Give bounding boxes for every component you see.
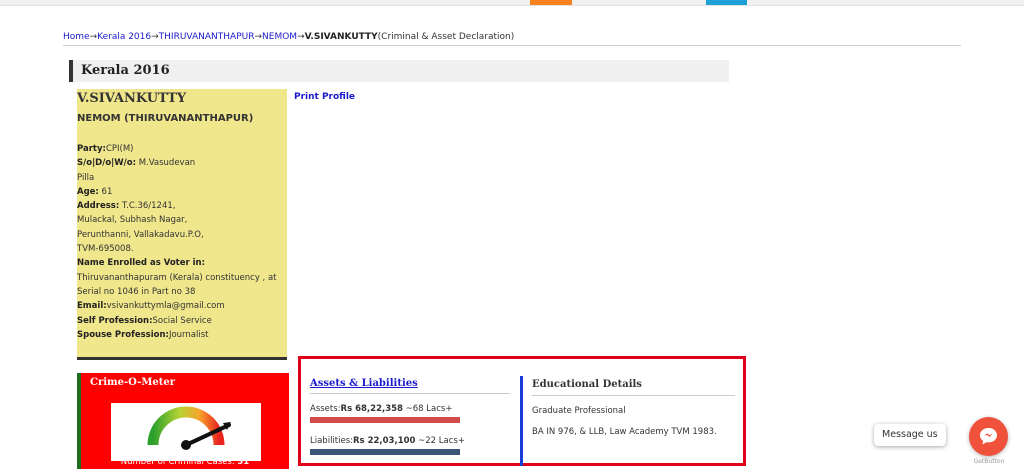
breadcrumb-separator: →: [297, 32, 305, 42]
liabilities-bar: [310, 449, 460, 455]
assets-value: Rs 68,22,358: [340, 404, 403, 414]
breadcrumb-separator: →: [151, 32, 159, 42]
email-label: Email:: [77, 301, 107, 312]
voter-line-1: Thiruvananthapuram (Kerala) constituency…: [77, 272, 277, 283]
breadcrumb-suffix: (Criminal & Asset Declaration): [377, 32, 515, 42]
education-level: Graduate Professional: [532, 406, 626, 416]
crime-gauge: [111, 403, 261, 461]
section-header: Kerala 2016: [69, 60, 729, 82]
assets-liabilities-section: Assets & Liabilities Assets:Rs 68,22,358…: [310, 378, 510, 455]
assets-divider: [310, 393, 510, 394]
candidate-constituency: NEMOM (THIRUVANANTHAPUR): [77, 113, 254, 124]
breadcrumb-candidate: V.SIVANKUTTY: [304, 32, 378, 42]
relation-label: S/o|D/o|W/o:: [77, 158, 136, 169]
gauge-meter-icon: [147, 406, 231, 450]
criminal-cases-count: Number of Criminal Cases: 31: [81, 457, 289, 467]
address-line-3: Perunthanni, Vallakadavu.P.O,: [77, 229, 204, 240]
email-row: Email:vsivankuttymla@gmail.com: [77, 299, 287, 313]
candidate-profile-card: V.SIVANKUTTY NEMOM (THIRUVANANTHAPUR) Pa…: [77, 89, 287, 357]
voter-label-row: Name Enrolled as Voter in:: [77, 256, 287, 270]
spouse-profession-label: Spouse Profession:: [77, 329, 169, 340]
candidate-name: V.SIVANKUTTY: [77, 91, 187, 106]
voter-label: Name Enrolled as Voter in:: [77, 258, 206, 269]
message-us-label: Message us: [882, 429, 938, 440]
relation-value: M.Vasudevan: [138, 158, 196, 169]
profile-divider: [77, 357, 287, 360]
email-value: vsivankuttymla@gmail.com: [106, 301, 225, 312]
spouse-profession-value: Journalist: [168, 329, 209, 340]
assets-bar: [310, 417, 460, 423]
self-profession-row: Self Profession:Social Service: [77, 314, 287, 328]
party-label: Party:: [77, 144, 106, 154]
breadcrumb-divider: [63, 45, 961, 46]
top-nav-bar: [0, 0, 1024, 6]
address-label: Address:: [77, 201, 120, 212]
criminal-cases-label: Number of Criminal Cases:: [120, 457, 235, 467]
self-profession-value: Social Service: [152, 315, 212, 326]
breadcrumb: Home→Kerala 2016→THIRUVANANTHAPUR→NEMOM→…: [63, 32, 514, 42]
liabilities-row: Liabilities:Rs 22,03,100 ~22 Lacs+: [310, 436, 510, 446]
assets-approx: ~68 Lacs+: [402, 404, 453, 414]
print-profile-link[interactable]: Print Profile: [294, 92, 355, 102]
address-row: Address: T.C.36/1241,: [77, 199, 287, 213]
section-divider: [520, 376, 523, 466]
educational-details-section: Educational Details Graduate Professiona…: [532, 379, 735, 437]
age-label: Age:: [77, 186, 99, 197]
education-divider: [532, 395, 735, 396]
relation-row: S/o|D/o|W/o: M.Vasudevan: [77, 156, 287, 170]
educational-details-heading: Educational Details: [532, 379, 642, 390]
age-value: 61: [101, 186, 113, 197]
address-line-4: TVM-695008.: [77, 244, 134, 255]
liabilities-label: Liabilities:: [310, 436, 354, 446]
breadcrumb-home[interactable]: Home: [63, 32, 90, 42]
address-line-2: Mulackal, Subhash Nagar,: [77, 215, 188, 226]
breadcrumb-district[interactable]: THIRUVANANTHAPUR: [159, 32, 255, 42]
nav-tab-blue[interactable]: [706, 0, 747, 5]
spouse-profession-row: Spouse Profession:Journalist: [77, 328, 287, 342]
age-row: Age: 61: [77, 185, 287, 199]
crime-o-meter-panel: Crime-O-Meter Number of Criminal Cases: …: [77, 373, 289, 469]
candidate-details: Party:CPI(M) S/o|D/o|W/o: M.Vasudevan Pi…: [77, 142, 287, 342]
relation-value-cont: Pilla: [77, 172, 95, 183]
breadcrumb-election[interactable]: Kerala 2016: [97, 32, 151, 42]
breadcrumb-separator: →: [254, 32, 263, 42]
section-title: Kerala 2016: [81, 63, 170, 78]
message-us-bubble[interactable]: Message us: [874, 424, 946, 446]
nav-tab-orange[interactable]: [530, 0, 572, 5]
assets-row: Assets:Rs 68,22,358 ~68 Lacs+: [310, 404, 510, 414]
criminal-cases-value: 31: [237, 457, 250, 467]
breadcrumb-separator: →: [89, 32, 98, 42]
assets-label: Assets:: [310, 404, 341, 414]
education-detail: BA IN 976, & LLB, Law Academy TVM 1983.: [532, 427, 717, 437]
crime-o-meter-title: Crime-O-Meter: [90, 377, 176, 388]
liabilities-value: Rs 22,03,100: [353, 436, 416, 446]
chat-button[interactable]: [969, 417, 1008, 456]
party-row: Party:CPI(M): [77, 142, 287, 156]
address-line-1: T.C.36/1241,: [121, 201, 176, 212]
getbutton-brand: GetButton: [973, 458, 1005, 465]
chat-bubble-icon: [980, 428, 997, 445]
liabilities-approx: ~22 Lacs+: [415, 436, 465, 446]
assets-liabilities-heading[interactable]: Assets & Liabilities: [310, 378, 418, 389]
breadcrumb-constituency[interactable]: NEMOM: [262, 32, 297, 42]
voter-line-2: Serial no 1046 in Part no 38: [77, 286, 196, 297]
party-value: CPI(M): [105, 144, 134, 154]
self-profession-label: Self Profession:: [77, 315, 153, 326]
